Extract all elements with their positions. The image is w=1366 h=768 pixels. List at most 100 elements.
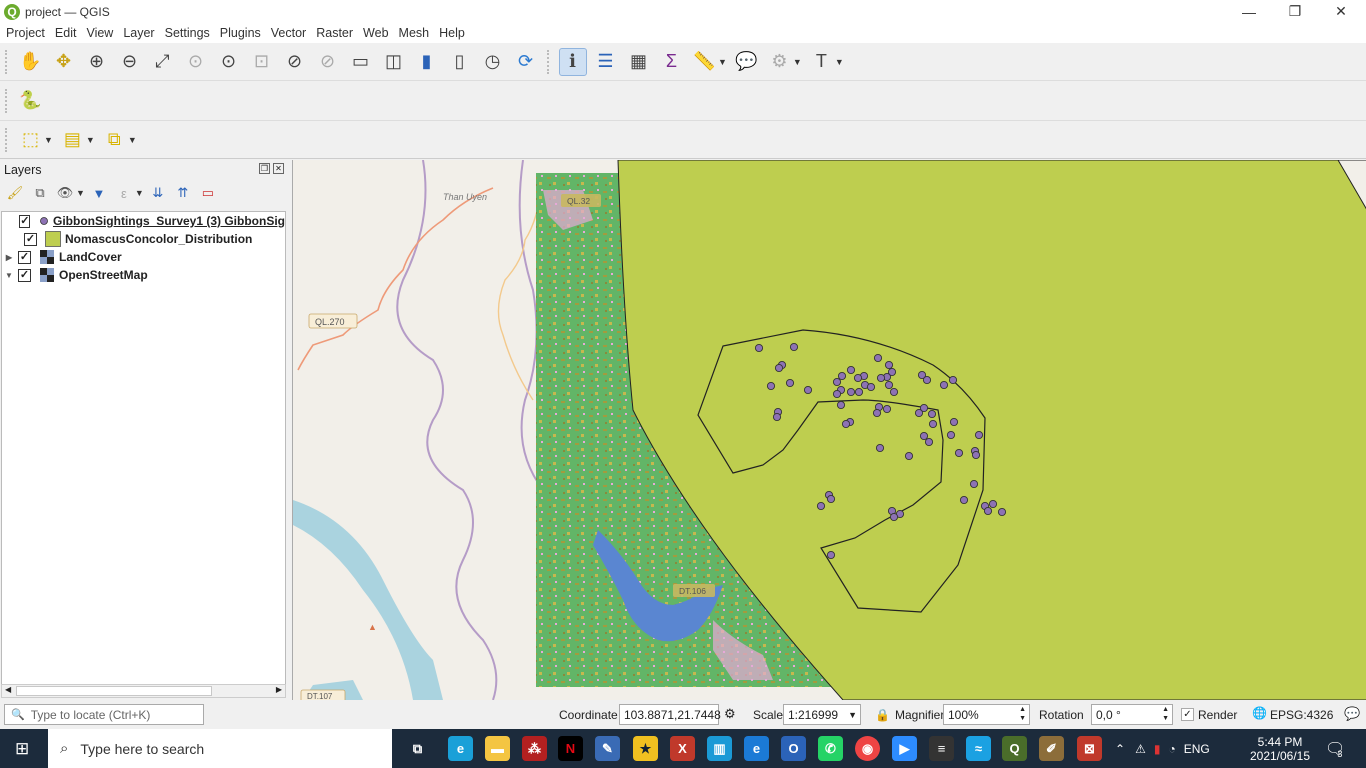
select-by-value-icon[interactable]: ▤ — [58, 126, 86, 154]
layer-tree-horizontal-scrollbar[interactable]: ◀ ▶ — [1, 684, 286, 698]
gibbon-sighting-point[interactable] — [826, 550, 836, 560]
layer-visibility-checkbox[interactable]: ✓ — [18, 268, 31, 282]
menu-plugins[interactable]: Plugins — [220, 26, 261, 40]
app-icon[interactable]: ✎ — [595, 736, 620, 761]
render-checkbox[interactable]: ✓ — [1181, 708, 1194, 721]
temporal-controller-icon[interactable]: ◷ — [479, 48, 507, 76]
menu-raster[interactable]: Raster — [316, 26, 353, 40]
select-features-icon[interactable]: ⬚ — [17, 126, 45, 154]
gibbon-sighting-point[interactable] — [954, 448, 964, 458]
menu-project[interactable]: Project — [6, 26, 45, 40]
magnifier-spinner-icon[interactable]: ▲ ▼ — [1019, 705, 1026, 723]
map-themes-dropdown-chevron-icon[interactable]: ▼ — [76, 188, 85, 198]
gibbon-sighting-point[interactable] — [836, 400, 846, 410]
close-panel-icon[interactable]: ✕ — [273, 163, 284, 174]
app-icon[interactable]: ⁂ — [522, 736, 547, 761]
gibbon-sighting-point[interactable] — [837, 371, 847, 381]
gibbon-sighting-point[interactable] — [766, 381, 776, 391]
show-hidden-icons-chevron-icon[interactable]: ⌃ — [1115, 742, 1125, 756]
layer-visibility-checkbox[interactable]: ✓ — [18, 250, 31, 264]
menu-help[interactable]: Help — [439, 26, 465, 40]
show-statistical-summary-icon[interactable]: Σ — [658, 48, 686, 76]
outlook-icon[interactable]: O — [781, 736, 806, 761]
app-icon[interactable]: ≡ — [929, 736, 954, 761]
float-panel-icon[interactable]: ❐ — [259, 163, 270, 174]
add-group-icon[interactable]: ⧉ — [29, 182, 51, 204]
zoom-in-icon[interactable]: ⊕ — [83, 48, 111, 76]
gibbon-sighting-point[interactable] — [884, 360, 894, 370]
network-status-icon[interactable]: ⚠ — [1135, 742, 1146, 756]
map-svg[interactable]: Than Uyen QL.270 ▲ QL.32 DT.106 DT.107 — [293, 160, 1366, 700]
gibbon-sighting-point[interactable] — [841, 419, 851, 429]
gibbon-sighting-point[interactable] — [826, 494, 836, 504]
chrome-icon[interactable]: ◉ — [855, 736, 880, 761]
layer-row-landcover[interactable]: ▶ ✓ LandCover — [2, 248, 285, 266]
menu-web[interactable]: Web — [363, 26, 388, 40]
coordinate-field[interactable]: 103.8871,21.7448 — [619, 704, 721, 725]
select-features-dropdown-chevron-icon[interactable]: ▼ — [44, 135, 53, 145]
gibbon-sighting-point[interactable] — [774, 363, 784, 373]
gibbon-sighting-point[interactable] — [803, 385, 813, 395]
paint-app-icon[interactable]: ✐ — [1039, 736, 1064, 761]
app-icon[interactable]: ▥ — [707, 736, 732, 761]
gibbon-sighting-point[interactable] — [997, 507, 1007, 517]
gibbon-sighting-point[interactable] — [948, 375, 958, 385]
magnifier-field[interactable]: 100% ▲ ▼ — [943, 704, 1030, 725]
scroll-left-icon[interactable]: ◀ — [5, 685, 11, 694]
rotation-spinner-icon[interactable]: ▲ ▼ — [1162, 705, 1169, 723]
clock[interactable]: 5:44 PM 2021/06/15 — [1249, 729, 1311, 768]
measure-dropdown-chevron-icon[interactable]: ▼ — [718, 57, 727, 67]
menu-view[interactable]: View — [86, 26, 113, 40]
gibbon-sighting-point[interactable] — [875, 443, 885, 453]
gibbon-sighting-point[interactable] — [876, 373, 886, 383]
scale-dropdown-chevron-icon[interactable]: ▼ — [848, 710, 857, 720]
crs-value[interactable]: EPSG:4326 — [1270, 708, 1333, 722]
layer-visibility-checkbox[interactable]: ✓ — [24, 232, 37, 246]
zoom-to-selection-icon[interactable]: ⊙ — [182, 48, 210, 76]
close-button[interactable]: ✕ — [1318, 0, 1364, 23]
notifications-button[interactable]: 🗨 3 — [1325, 729, 1345, 768]
language-indicator[interactable]: ENG — [1184, 742, 1210, 756]
gibbon-sighting-point[interactable] — [816, 501, 826, 511]
gibbon-sighting-point[interactable] — [928, 419, 938, 429]
remove-layer-icon[interactable]: ▭ — [197, 182, 219, 204]
gibbon-sighting-point[interactable] — [974, 430, 984, 440]
zoom-out-icon[interactable]: ⊖ — [116, 48, 144, 76]
text-annotation-icon[interactable]: T — [807, 48, 835, 76]
gibbon-sighting-point[interactable] — [846, 387, 856, 397]
gibbon-sighting-point[interactable] — [946, 430, 956, 440]
gibbon-sighting-point[interactable] — [772, 412, 782, 422]
toolbar-grip[interactable] — [5, 49, 9, 74]
messages-icon[interactable]: 💬 — [1344, 706, 1360, 722]
gibbon-sighting-point[interactable] — [924, 437, 934, 447]
toolbar-grip[interactable] — [5, 127, 9, 152]
layer-row-nomascus-distribution[interactable]: ✓ NomascusConcolor_Distribution — [2, 230, 285, 248]
filter-expression-dropdown-chevron-icon[interactable]: ▼ — [135, 188, 144, 198]
gibbon-sighting-point[interactable] — [939, 380, 949, 390]
expand-arrow-icon[interactable]: ▶ — [2, 253, 16, 262]
gibbon-sighting-point[interactable] — [922, 375, 932, 385]
layer-visibility-checkbox[interactable]: ✓ — [19, 214, 31, 228]
expand-all-icon[interactable]: ⇊ — [147, 182, 169, 204]
measure-line-icon[interactable]: 📏 — [691, 48, 719, 76]
show-bookmarks-icon[interactable]: ▯ — [446, 48, 474, 76]
toolbar-grip[interactable] — [547, 49, 551, 74]
pan-hand-icon[interactable]: ✋ — [17, 48, 45, 76]
app-icon[interactable]: ≈ — [966, 736, 991, 761]
python-console-icon[interactable]: 🐍 — [17, 87, 45, 115]
gibbon-sighting-point[interactable] — [789, 342, 799, 352]
collapse-arrow-icon[interactable]: ▼ — [2, 271, 16, 280]
layer-row-gibbon-sightings[interactable]: ✓ GibbonSightings_Survey1 (3) GibbonSig — [2, 212, 285, 230]
zoom-to-layer-icon[interactable]: ⊙ — [215, 48, 243, 76]
whatsapp-icon[interactable]: ✆ — [818, 736, 843, 761]
layer-row-openstreetmap[interactable]: ▼ ✓ OpenStreetMap — [2, 266, 285, 284]
gibbon-sighting-point[interactable] — [832, 389, 842, 399]
app-icon[interactable]: ⊠ — [1077, 736, 1102, 761]
gibbon-sighting-point[interactable] — [754, 343, 764, 353]
zoom-app-icon[interactable]: ▶ — [892, 736, 917, 761]
scroll-right-icon[interactable]: ▶ — [276, 685, 282, 694]
map-tips-icon[interactable]: 💬 — [732, 48, 760, 76]
menu-edit[interactable]: Edit — [55, 26, 77, 40]
gibbon-sighting-point[interactable] — [884, 380, 894, 390]
gibbon-sighting-point[interactable] — [904, 451, 914, 461]
